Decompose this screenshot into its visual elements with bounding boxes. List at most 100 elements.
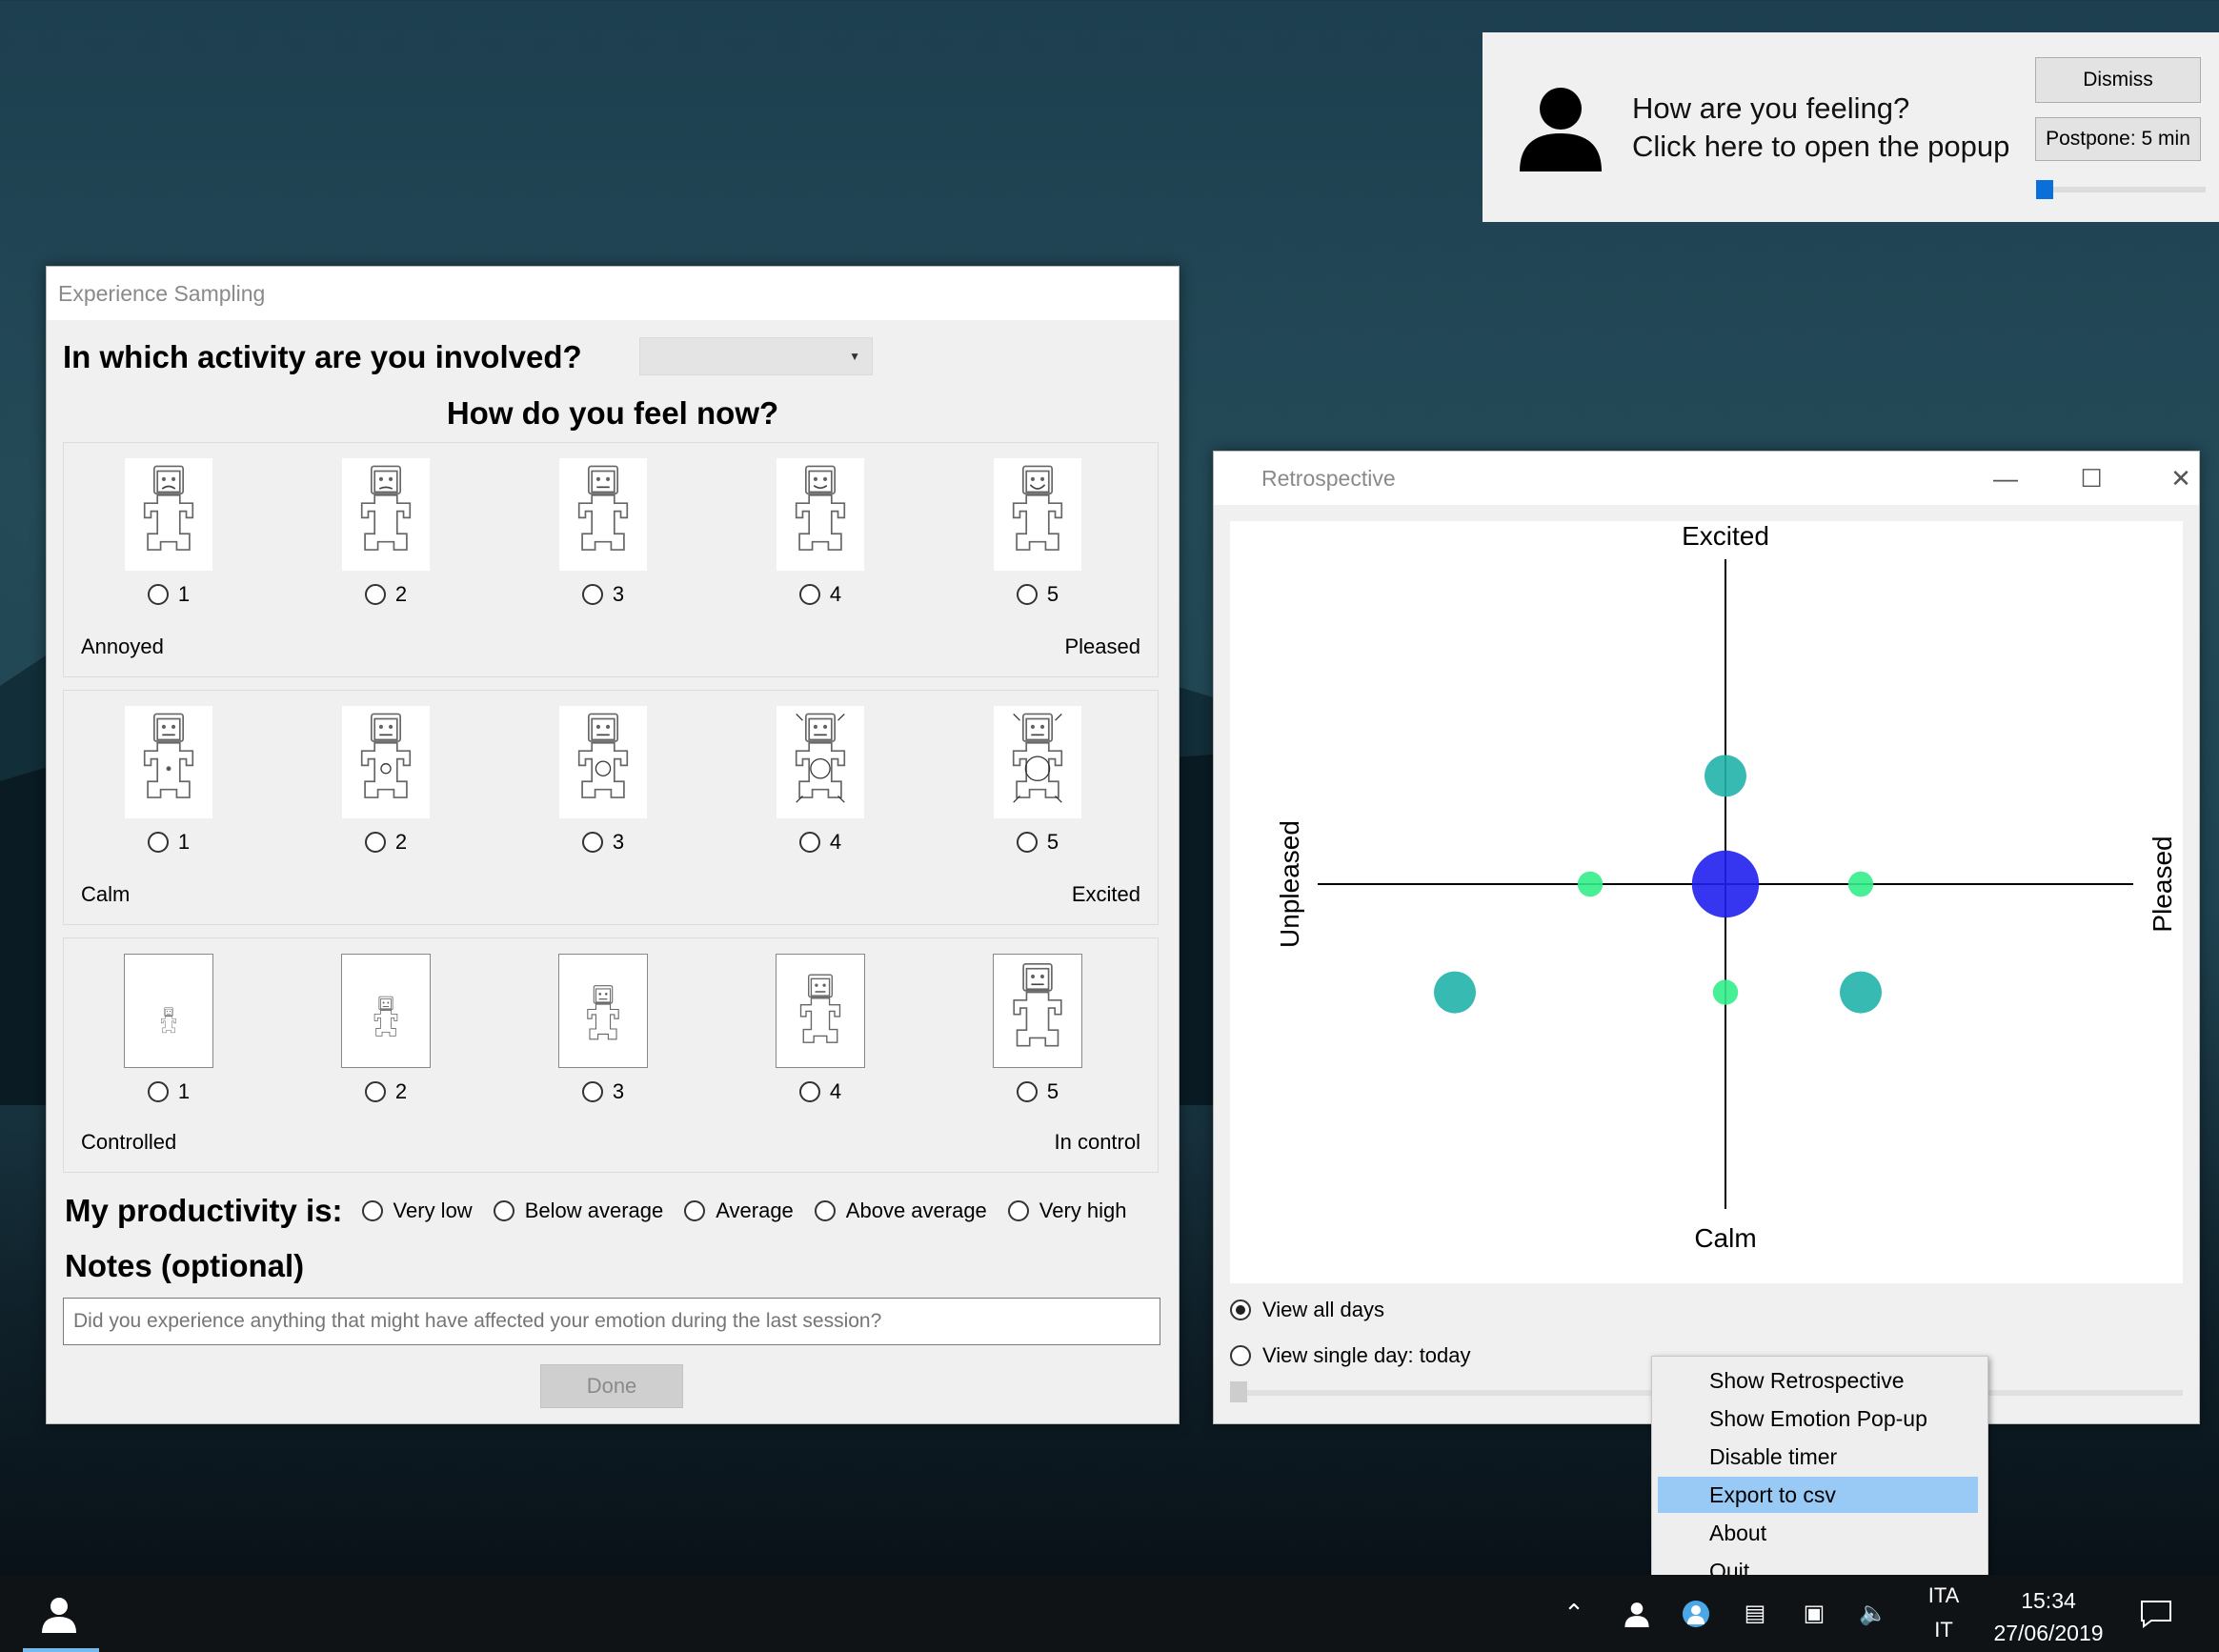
postpone-button[interactable]: Postpone: 5 min xyxy=(2035,117,2201,161)
slider-thumb[interactable] xyxy=(1230,1381,1247,1402)
slider-thumb[interactable] xyxy=(2036,180,2053,199)
radio-above-average[interactable] xyxy=(814,1200,836,1221)
radio-very-low[interactable] xyxy=(361,1200,383,1221)
menu-item-export-csv[interactable]: Export to csv xyxy=(1658,1477,1978,1513)
arousal-3-icon xyxy=(559,706,647,818)
chevron-up-icon[interactable]: ⌃ xyxy=(1555,1575,1593,1652)
radio-average[interactable] xyxy=(684,1200,706,1221)
radio-button[interactable] xyxy=(798,832,820,853)
scale-option[interactable]: 2 xyxy=(338,458,434,607)
scale-option[interactable]: 1 xyxy=(121,458,216,607)
scale-radio-row[interactable]: 1 xyxy=(121,582,216,607)
scale-option[interactable]: 4 xyxy=(773,706,868,855)
radio-button[interactable] xyxy=(147,584,169,605)
option-label: Below average xyxy=(524,1199,664,1222)
chart-svg: Excited Calm Unpleased Pleased xyxy=(1275,521,2177,1253)
productivity-option[interactable]: Very low xyxy=(361,1199,473,1223)
option-label: Above average xyxy=(845,1199,987,1222)
notifications-icon[interactable] xyxy=(2134,1575,2178,1652)
scale-option[interactable]: 2 xyxy=(338,706,434,855)
scale-option[interactable]: 3 xyxy=(555,954,651,1104)
retrospective-chart: Excited Calm Unpleased Pleased xyxy=(1230,521,2183,1283)
scale-radio-row[interactable]: 1 xyxy=(121,1079,216,1104)
productivity-option[interactable]: Average xyxy=(684,1199,794,1223)
scale-radio-row[interactable]: 4 xyxy=(773,1079,868,1104)
network-icon[interactable]: ▣ xyxy=(1797,1575,1831,1652)
scale-radio-row[interactable]: 3 xyxy=(555,830,651,855)
radio-button[interactable] xyxy=(581,584,603,605)
productivity-option[interactable]: Very high xyxy=(1007,1199,1127,1223)
scale-option[interactable]: 3 xyxy=(555,458,651,607)
battery-icon[interactable]: ▤ xyxy=(1738,1575,1772,1652)
radio-very-high[interactable] xyxy=(1007,1200,1029,1221)
scale-radio-row[interactable]: 4 xyxy=(773,830,868,855)
radio-view-single[interactable] xyxy=(1230,1345,1251,1366)
radio-button[interactable] xyxy=(364,1081,386,1102)
postpone-slider[interactable] xyxy=(2036,180,2206,199)
menu-item-disable-timer[interactable]: Disable timer xyxy=(1658,1439,1978,1475)
radio-button[interactable] xyxy=(364,584,386,605)
notification-text[interactable]: How are you feeling? Click here to open … xyxy=(1632,90,2009,166)
scale-option[interactable]: 2 xyxy=(338,954,434,1104)
scale-option[interactable]: 4 xyxy=(773,458,868,607)
scale-option[interactable]: 1 xyxy=(121,954,216,1104)
close-icon[interactable]: ✕ xyxy=(2138,452,2219,505)
radio-below-average[interactable] xyxy=(493,1200,514,1221)
productivity-option[interactable]: Above average xyxy=(814,1199,987,1223)
view-all-label: View all days xyxy=(1262,1298,1384,1321)
scale-option[interactable]: 5 xyxy=(990,458,1085,607)
radio-button[interactable] xyxy=(364,832,386,853)
emotion-notification[interactable]: How are you feeling? Click here to open … xyxy=(1483,32,2219,222)
radio-view-all[interactable] xyxy=(1230,1299,1251,1320)
notes-input[interactable] xyxy=(63,1298,1160,1345)
dominance-2-icon xyxy=(341,954,431,1068)
valence-3-icon xyxy=(559,458,647,571)
productivity-option[interactable]: Below average xyxy=(493,1199,664,1223)
volume-icon[interactable]: 🔈 xyxy=(1856,1575,1890,1652)
dismiss-button[interactable]: Dismiss xyxy=(2035,57,2201,103)
scale-radio-row[interactable]: 5 xyxy=(990,830,1085,855)
menu-item-about[interactable]: About xyxy=(1658,1515,1978,1551)
taskbar-app-user-icon[interactable] xyxy=(23,1575,95,1652)
scale-option[interactable]: 1 xyxy=(121,706,216,855)
minimize-icon[interactable]: — xyxy=(1963,452,2048,505)
radio-button[interactable] xyxy=(1016,832,1038,853)
scale-radio-row[interactable]: 1 xyxy=(121,830,216,855)
radio-button[interactable] xyxy=(147,1081,169,1102)
productivity-label: My productivity is: xyxy=(65,1193,343,1228)
language-indicator[interactable]: ITA IT xyxy=(1923,1579,1965,1647)
activity-dropdown[interactable]: ▼ xyxy=(639,337,873,375)
radio-button[interactable] xyxy=(581,1081,603,1102)
done-button[interactable]: Done xyxy=(540,1364,683,1408)
scale-radio-row[interactable]: 2 xyxy=(338,582,434,607)
view-single-option[interactable]: View single day: today xyxy=(1230,1343,1471,1368)
radio-button[interactable] xyxy=(1016,1081,1038,1102)
radio-button[interactable] xyxy=(581,832,603,853)
menu-item-show-retrospective[interactable]: Show Retrospective xyxy=(1658,1362,1978,1399)
scale-option[interactable]: 3 xyxy=(555,706,651,855)
scale-option[interactable]: 4 xyxy=(773,954,868,1104)
scale-radio-row[interactable]: 2 xyxy=(338,1079,434,1104)
scale-radio-row[interactable]: 3 xyxy=(555,1079,651,1104)
tray-user-icon[interactable] xyxy=(1620,1575,1654,1652)
feel-question: How do you feel now? xyxy=(446,395,779,431)
scale-radio-row[interactable]: 5 xyxy=(990,1079,1085,1104)
tray-app-icon[interactable] xyxy=(1679,1575,1713,1652)
scale-radio-row[interactable]: 2 xyxy=(338,830,434,855)
view-all-option[interactable]: View all days xyxy=(1230,1298,1384,1322)
scale-option[interactable]: 5 xyxy=(990,706,1085,855)
taskbar-clock[interactable]: 15:34 27/06/2019 xyxy=(1987,1584,2110,1649)
scale-radio-row[interactable]: 3 xyxy=(555,582,651,607)
valence-4-icon xyxy=(777,458,864,571)
axis-label-right: Pleased xyxy=(2148,836,2177,932)
radio-button[interactable] xyxy=(147,832,169,853)
scale-radio-row[interactable]: 5 xyxy=(990,582,1085,607)
radio-button[interactable] xyxy=(798,1081,820,1102)
scale-option[interactable]: 5 xyxy=(990,954,1085,1104)
maximize-icon[interactable]: ☐ xyxy=(2048,452,2134,505)
scale-radio-row[interactable]: 4 xyxy=(773,582,868,607)
radio-button[interactable] xyxy=(1016,584,1038,605)
option-number: 1 xyxy=(177,582,191,606)
radio-button[interactable] xyxy=(798,584,820,605)
menu-item-show-emotion-popup[interactable]: Show Emotion Pop-up xyxy=(1658,1400,1978,1437)
